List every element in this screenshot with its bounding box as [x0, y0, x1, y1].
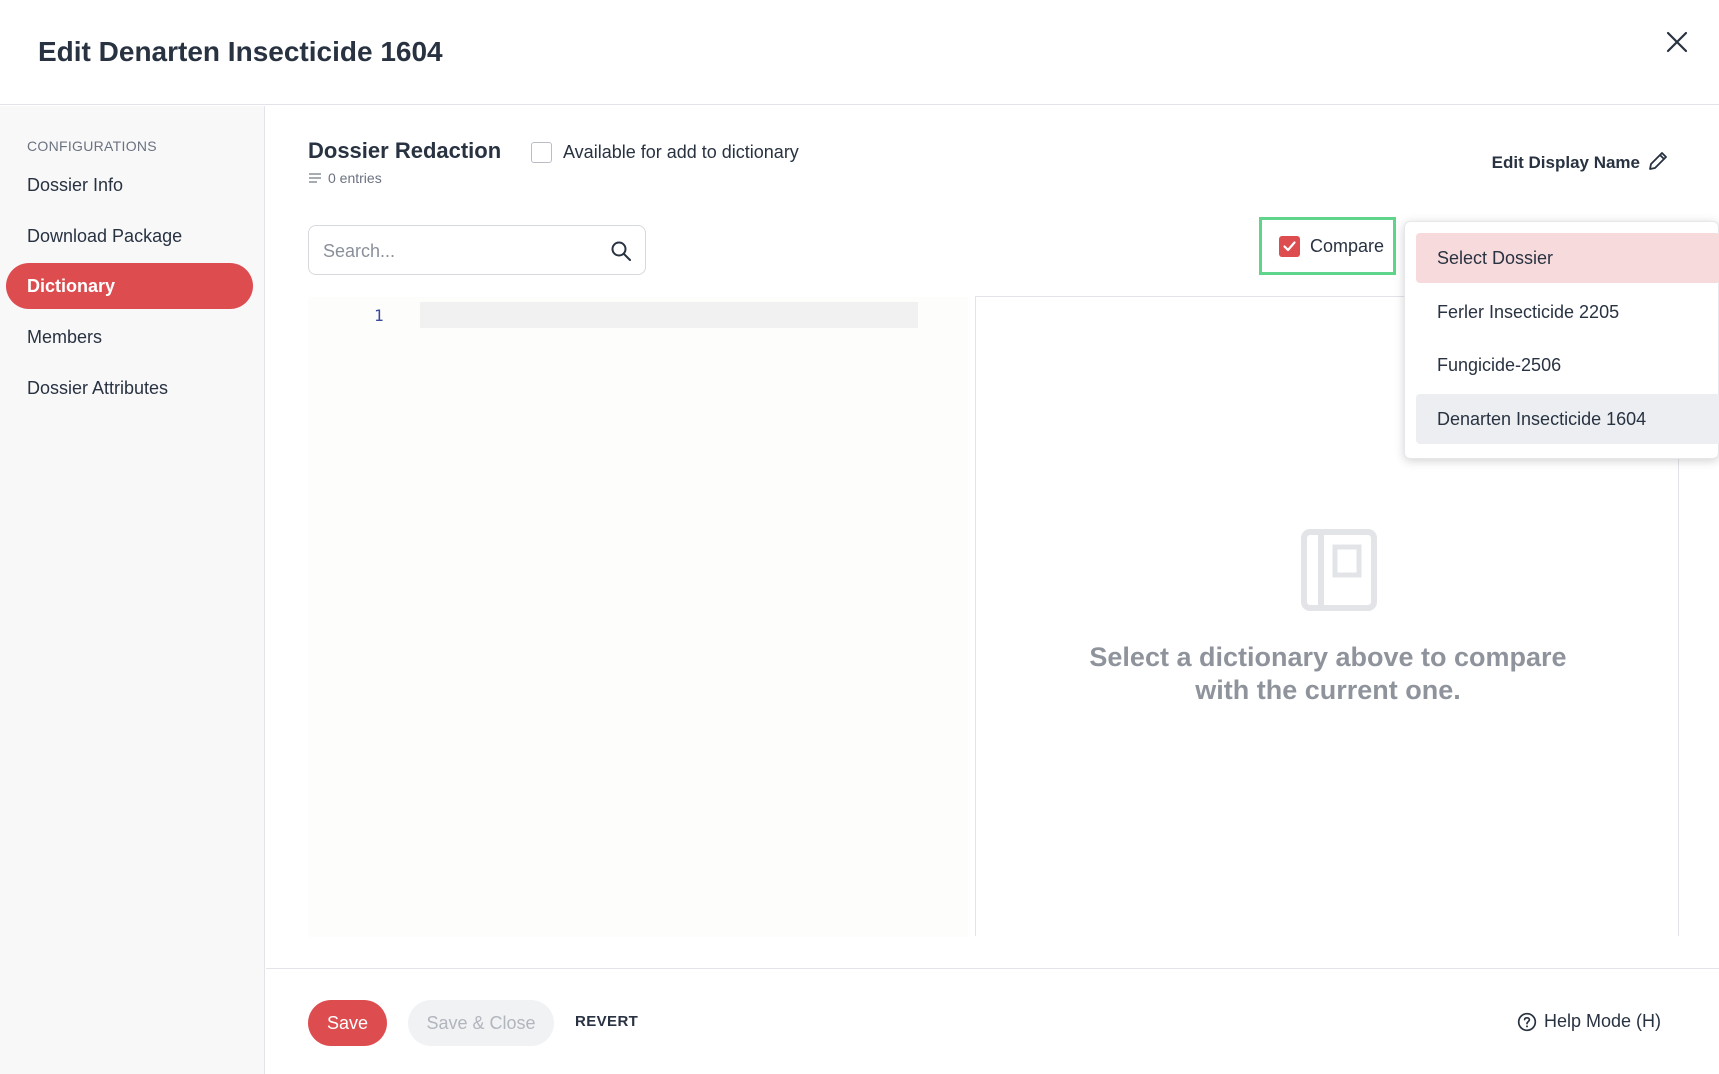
compare-toggle[interactable]: Compare — [1259, 217, 1396, 275]
available-for-add[interactable]: Available for add to dictionary — [531, 142, 799, 163]
help-icon — [1517, 1012, 1537, 1031]
entries-count: 0 entries — [308, 170, 382, 186]
dialog-footer: Save Save & Close REVERT Help Mode (H) — [266, 968, 1719, 1074]
list-icon — [309, 173, 321, 183]
sidebar: CONFIGURATIONS Dossier Info Download Pac… — [0, 106, 265, 1074]
dialog-title: Edit Denarten Insecticide 1604 — [38, 36, 443, 67]
sidebar-item-dictionary[interactable]: Dictionary — [6, 263, 253, 309]
check-icon — [1283, 240, 1296, 251]
help-mode-button[interactable]: Help Mode (H) — [1517, 1011, 1661, 1032]
active-line[interactable] — [420, 302, 918, 328]
dropdown-option-denarten[interactable]: Denarten Insecticide 1604 — [1416, 394, 1719, 444]
dropdown-option-fungicide[interactable]: Fungicide-2506 — [1416, 340, 1719, 390]
save-close-button[interactable]: Save & Close — [408, 1000, 554, 1046]
entries-text: 0 entries — [328, 170, 382, 186]
search-box — [308, 225, 646, 275]
sidebar-item-dossier-info[interactable]: Dossier Info — [6, 162, 253, 208]
dropdown-option-select-dossier[interactable]: Select Dossier — [1416, 233, 1719, 283]
dictionary-title: Dossier Redaction — [308, 138, 502, 163]
dialog-header: Edit Denarten Insecticide 1604 — [0, 0, 1719, 105]
line-number: 1 — [374, 306, 384, 325]
search-icon[interactable] — [609, 239, 633, 263]
dictionary-book-icon — [1301, 529, 1377, 611]
compare-label: Compare — [1310, 235, 1385, 256]
compare-checkbox[interactable] — [1279, 235, 1300, 257]
edit-display-name-button[interactable]: Edit Display Name — [1492, 153, 1640, 173]
empty-state-text: Select a dictionary above to compare wit… — [1089, 642, 1567, 705]
sidebar-item-members[interactable]: Members — [6, 314, 253, 360]
available-checkbox[interactable] — [531, 142, 552, 163]
pencil-icon[interactable] — [1647, 150, 1669, 172]
available-label: Available for add to dictionary — [563, 142, 799, 162]
search-input[interactable] — [323, 238, 593, 264]
dossier-select-dropdown: Select Dossier Ferler Insecticide 2205 F… — [1404, 221, 1719, 459]
close-icon[interactable] — [1663, 28, 1691, 56]
dropdown-option-ferler[interactable]: Ferler Insecticide 2205 — [1416, 287, 1719, 337]
revert-button[interactable]: REVERT — [575, 1013, 638, 1030]
save-button[interactable]: Save — [308, 1000, 387, 1046]
sidebar-item-dossier-attributes[interactable]: Dossier Attributes — [6, 365, 253, 411]
sidebar-section-label: CONFIGURATIONS — [27, 138, 157, 154]
help-label: Help Mode (H) — [1543, 1011, 1661, 1031]
dictionary-editor[interactable]: 1 — [308, 297, 968, 937]
sidebar-item-download-package[interactable]: Download Package — [6, 213, 253, 259]
